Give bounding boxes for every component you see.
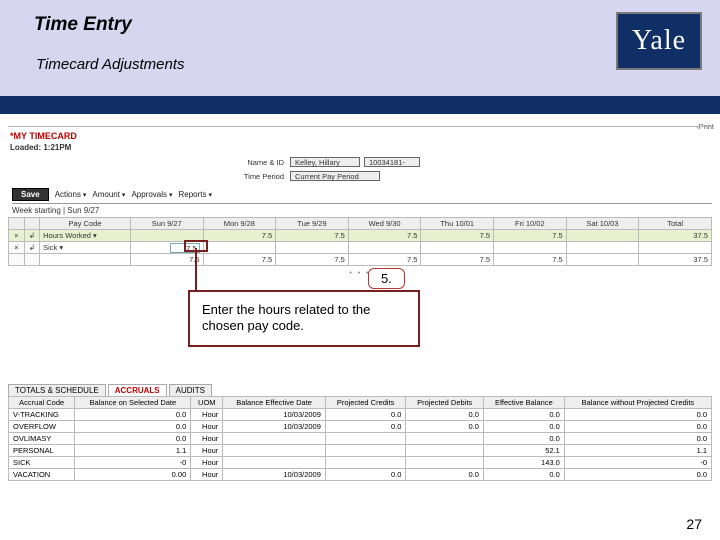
id-field[interactable]: 10034181- bbox=[364, 157, 420, 167]
chevron-down-icon: ▾ bbox=[59, 243, 63, 252]
hours-cell[interactable]: 7.5 bbox=[203, 230, 276, 242]
reports-menu[interactable]: Reports bbox=[178, 190, 211, 199]
timecard-app: *MY TIMECARD Loaded: 1:21PM Name & ID Ke… bbox=[8, 126, 712, 277]
hours-cell[interactable] bbox=[203, 242, 276, 254]
table-row: ×↲Sick ▾7.5 bbox=[9, 242, 712, 254]
resize-handle-icon[interactable]: • • • bbox=[8, 270, 712, 277]
delete-row-icon[interactable]: × bbox=[9, 230, 25, 242]
actions-menu[interactable]: Actions bbox=[55, 190, 87, 199]
hours-cell[interactable]: 7.5 bbox=[421, 230, 494, 242]
slide-title: Time Entry bbox=[34, 14, 132, 36]
chevron-down-icon: ▾ bbox=[93, 231, 97, 240]
loaded-timestamp: Loaded: 1:21PM bbox=[10, 143, 712, 152]
hours-cell[interactable] bbox=[276, 242, 349, 254]
insert-row-icon[interactable]: ↲ bbox=[24, 242, 40, 254]
name-id-label: Name & ID bbox=[238, 158, 286, 167]
tab-accruals[interactable]: ACCRUALS bbox=[108, 384, 167, 396]
hours-cell[interactable] bbox=[494, 242, 567, 254]
callout-text: Enter the hours related to the chosen pa… bbox=[188, 290, 420, 347]
hours-cell[interactable]: 7.5 bbox=[494, 230, 567, 242]
table-row: OVERFLOW0.0Hour10/03/20090.00.00.00.0 bbox=[9, 421, 712, 433]
accruals-table: Accrual CodeBalance on Selected Date UOM… bbox=[8, 396, 712, 481]
hours-cell[interactable]: 7.5 bbox=[348, 230, 421, 242]
timecard-grid: Pay Code Sun 9/27 Mon 9/28 Tue 9/29 Wed … bbox=[8, 217, 712, 266]
blue-divider bbox=[0, 96, 720, 114]
hours-cell[interactable] bbox=[348, 242, 421, 254]
insert-row-icon[interactable]: ↲ bbox=[24, 230, 40, 242]
save-button[interactable]: Save bbox=[12, 188, 49, 201]
table-row: OVLIMASY0.0Hour0.00.0 bbox=[9, 433, 712, 445]
time-period-label: Time Period bbox=[238, 172, 286, 181]
week-starting-label: Week starting | Sun 9/27 bbox=[12, 203, 712, 215]
table-row: VACATION0.00Hour10/03/20090.00.00.00.0 bbox=[9, 469, 712, 481]
hours-cell[interactable] bbox=[566, 230, 639, 242]
tab-totals-schedule[interactable]: TOTALS & SCHEDULE bbox=[8, 384, 106, 396]
delete-row-icon[interactable]: × bbox=[9, 242, 25, 254]
instruction-callout: 5. Enter the hours related to the chosen… bbox=[188, 290, 420, 347]
paycode-select[interactable]: Hours Worked ▾ bbox=[40, 230, 131, 242]
hours-cell[interactable] bbox=[639, 242, 712, 254]
slide-subtitle: Timecard Adjustments bbox=[36, 56, 185, 73]
paycode-select[interactable]: Sick ▾ bbox=[40, 242, 131, 254]
name-field[interactable]: Kelley, Hillary bbox=[290, 157, 360, 167]
table-row: V-TRACKING0.0Hour10/03/20090.00.00.00.0 bbox=[9, 409, 712, 421]
hours-cell[interactable]: 7.5 bbox=[276, 230, 349, 242]
grid-header-row: Pay Code Sun 9/27 Mon 9/28 Tue 9/29 Wed … bbox=[9, 218, 712, 230]
approvals-menu[interactable]: Approvals bbox=[131, 190, 172, 199]
amount-menu[interactable]: Amount bbox=[92, 190, 125, 199]
hours-cell[interactable]: 37.5 bbox=[639, 230, 712, 242]
hours-cell[interactable] bbox=[421, 242, 494, 254]
table-row: PERSONAL1.1Hour52.11.1 bbox=[9, 445, 712, 457]
step-badge: 5. bbox=[368, 268, 405, 289]
table-row: ×↲Hours Worked ▾7.57.57.57.57.537.5 bbox=[9, 230, 712, 242]
page-title: *MY TIMECARD bbox=[10, 131, 712, 141]
grid-totals-row: 7.5 7.5 7.5 7.5 7.5 7.5 37.5 bbox=[9, 254, 712, 266]
tab-audits[interactable]: AUDITS bbox=[169, 384, 212, 396]
callout-pointer bbox=[195, 248, 197, 294]
hours-cell[interactable] bbox=[566, 242, 639, 254]
yale-logo: Yale bbox=[616, 12, 702, 70]
table-row: SICK-0Hour143.0-0 bbox=[9, 457, 712, 469]
page-number: 27 bbox=[686, 516, 702, 532]
time-period-select[interactable]: Current Pay Period bbox=[290, 171, 380, 181]
